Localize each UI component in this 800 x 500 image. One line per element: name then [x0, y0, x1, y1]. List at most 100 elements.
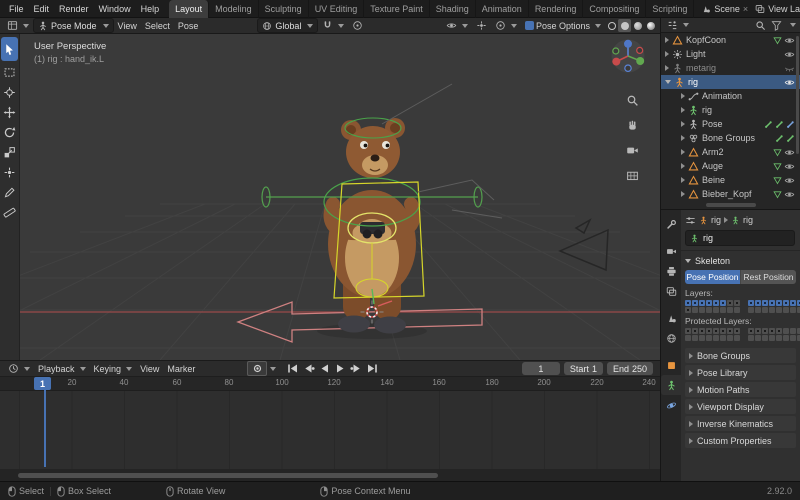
- scene-unlink-icon[interactable]: ×: [743, 4, 748, 14]
- keying-set-caret[interactable]: [270, 367, 276, 371]
- panel-bone-groups[interactable]: Bone Groups: [685, 348, 796, 363]
- layer-toggle[interactable]: [755, 328, 761, 334]
- layer-toggle[interactable]: [692, 307, 698, 313]
- outliner-row[interactable]: Pose: [661, 117, 800, 131]
- proportional-edit-button[interactable]: [348, 20, 367, 31]
- layer-toggle[interactable]: [776, 328, 782, 334]
- layer-toggle[interactable]: [783, 335, 789, 341]
- tool-tweak-select[interactable]: [1, 37, 18, 61]
- eye-icon[interactable]: [784, 77, 795, 88]
- layer-toggle[interactable]: [685, 300, 691, 306]
- shading-material-button[interactable]: [631, 19, 644, 32]
- layer-toggle[interactable]: [776, 335, 782, 341]
- disclosure-icon[interactable]: [681, 121, 685, 127]
- outliner-row[interactable]: Animation: [661, 89, 800, 103]
- tool-measure[interactable]: [1, 203, 18, 221]
- tab-texture-paint[interactable]: Texture Paint: [364, 0, 430, 18]
- layer-toggle[interactable]: [685, 307, 691, 313]
- panel-viewport-display[interactable]: Viewport Display: [685, 399, 796, 414]
- eye-icon[interactable]: [784, 35, 795, 46]
- layer-toggle[interactable]: [734, 307, 740, 313]
- layer-toggle[interactable]: [727, 300, 733, 306]
- orientation-dropdown[interactable]: Global: [257, 18, 318, 33]
- disclosure-icon[interactable]: [681, 107, 685, 113]
- layer-toggle[interactable]: [713, 307, 719, 313]
- layer-toggle[interactable]: [706, 307, 712, 313]
- navigation-gizmo[interactable]: [610, 38, 646, 74]
- menu-pose[interactable]: Pose: [174, 21, 203, 31]
- eye-icon[interactable]: [784, 147, 795, 158]
- layer-toggle[interactable]: [699, 328, 705, 334]
- layer-toggle[interactable]: [734, 328, 740, 334]
- layer-toggle[interactable]: [727, 335, 733, 341]
- filter-icon[interactable]: [771, 20, 782, 31]
- ortho-grid-icon[interactable]: [626, 169, 639, 182]
- jump-to-start-button[interactable]: [284, 362, 300, 375]
- 3d-viewport[interactable]: User Perspective (1) rig : hand_ik.L: [20, 34, 660, 360]
- show-gizmo-button[interactable]: [472, 20, 491, 31]
- breadcrumb-object[interactable]: rig: [711, 215, 721, 225]
- layer-toggle[interactable]: [790, 335, 796, 341]
- disclosure-icon[interactable]: [681, 177, 685, 183]
- layer-toggle[interactable]: [748, 307, 754, 313]
- menu-view-timeline[interactable]: View: [136, 364, 163, 374]
- layer-toggle[interactable]: [692, 328, 698, 334]
- tab-uv-editing[interactable]: UV Editing: [309, 0, 365, 18]
- end-frame-field[interactable]: End250: [607, 362, 653, 375]
- tab-shading[interactable]: Shading: [430, 0, 476, 18]
- rest-position-button[interactable]: Rest Position: [740, 270, 796, 284]
- layer-toggle[interactable]: [727, 307, 733, 313]
- layer-toggle[interactable]: [790, 328, 796, 334]
- layer-toggle[interactable]: [734, 335, 740, 341]
- disclosure-icon[interactable]: [665, 51, 669, 57]
- tool-cursor[interactable]: [1, 83, 18, 101]
- current-frame-field[interactable]: 1: [522, 362, 560, 375]
- layer-toggle[interactable]: [706, 335, 712, 341]
- layer-toggle[interactable]: [748, 335, 754, 341]
- layer-toggle[interactable]: [706, 300, 712, 306]
- eye-icon[interactable]: [784, 189, 795, 200]
- layer-toggle[interactable]: [727, 328, 733, 334]
- scene-selector[interactable]: Scene ×: [701, 4, 748, 14]
- tab-modeling[interactable]: Modeling: [209, 0, 259, 18]
- layer-toggle[interactable]: [699, 300, 705, 306]
- tab-compositing[interactable]: Compositing: [583, 0, 646, 18]
- tab-rendering[interactable]: Rendering: [529, 0, 584, 18]
- timeline-ruler[interactable]: 20 40 60 80 100 120 140 160 180 200 220 …: [0, 376, 660, 391]
- timeline-tracks[interactable]: [0, 391, 660, 469]
- show-overlays-button[interactable]: [491, 20, 521, 31]
- tab-layout[interactable]: Layout: [169, 0, 209, 18]
- layer-toggle[interactable]: [720, 300, 726, 306]
- layer-toggle[interactable]: [790, 300, 796, 306]
- snap-button[interactable]: [318, 20, 348, 31]
- layer-toggle[interactable]: [769, 335, 775, 341]
- play-button[interactable]: [332, 362, 348, 375]
- layer-toggle[interactable]: [734, 300, 740, 306]
- menu-help[interactable]: Help: [136, 4, 165, 14]
- search-icon[interactable]: [755, 20, 766, 31]
- jump-to-end-button[interactable]: [364, 362, 380, 375]
- auto-keying-button[interactable]: [247, 361, 267, 376]
- tool-annotate[interactable]: [1, 183, 18, 201]
- disclosure-icon[interactable]: [681, 163, 685, 169]
- tool-select-box[interactable]: [1, 63, 18, 81]
- disclosure-icon[interactable]: [681, 135, 685, 141]
- menu-marker[interactable]: Marker: [163, 364, 199, 374]
- outliner-row[interactable]: Arm2: [661, 145, 800, 159]
- tool-move[interactable]: [1, 103, 18, 121]
- disclosure-icon[interactable]: [681, 149, 685, 155]
- disclosure-icon[interactable]: [665, 65, 669, 71]
- layer-toggle[interactable]: [783, 307, 789, 313]
- 3d-viewport-canvas[interactable]: [20, 34, 660, 360]
- layer-toggle[interactable]: [755, 335, 761, 341]
- layer-toggle[interactable]: [699, 307, 705, 313]
- layer-toggle[interactable]: [706, 328, 712, 334]
- timeline-scrollbar[interactable]: [18, 473, 438, 478]
- playhead[interactable]: 1: [34, 377, 51, 390]
- shading-solid-button[interactable]: [618, 19, 631, 32]
- layer-toggle[interactable]: [769, 300, 775, 306]
- layer-toggle[interactable]: [790, 307, 796, 313]
- menu-select[interactable]: Select: [141, 21, 174, 31]
- layer-toggle[interactable]: [776, 300, 782, 306]
- tab-sculpting[interactable]: Sculpting: [259, 0, 309, 18]
